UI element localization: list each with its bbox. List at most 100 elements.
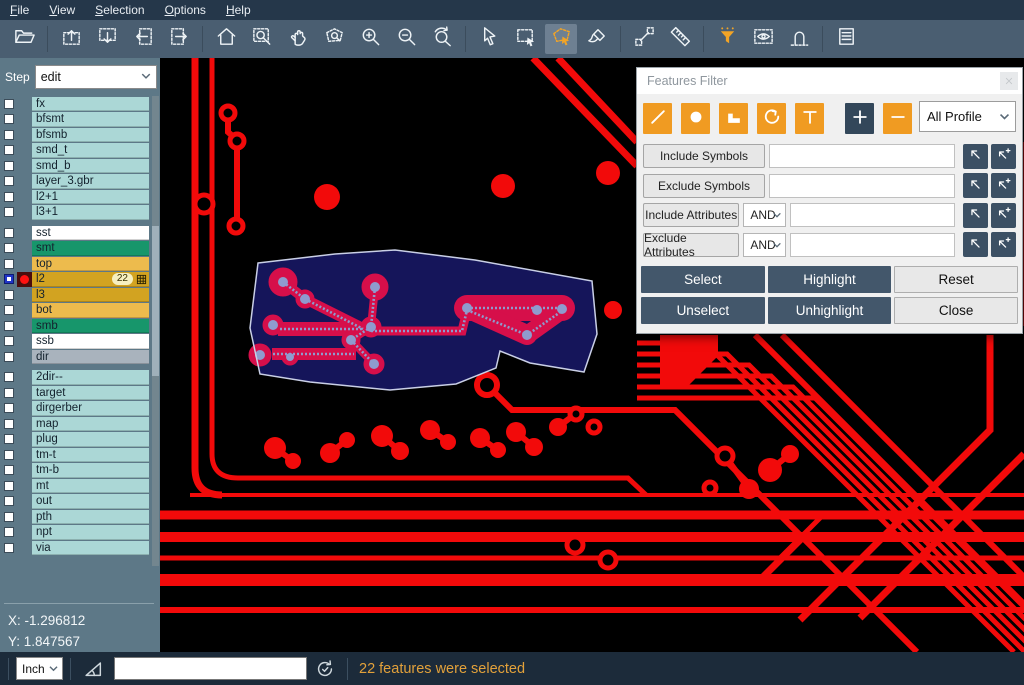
layer-name-npt[interactable]: npt (32, 525, 149, 540)
layer-row-fx[interactable]: fx (0, 96, 152, 112)
layer-name-mt[interactable]: mt (32, 479, 149, 494)
layer-name-target[interactable]: target (32, 386, 149, 401)
layer-name-smd_t[interactable]: smd_t (32, 143, 149, 158)
profile-select[interactable]: All Profile (919, 101, 1016, 132)
layer-name-smt[interactable]: smt (32, 241, 149, 256)
layer-name-bot[interactable]: bot (32, 303, 149, 318)
layer-row-l2+1[interactable]: l2+1 (0, 189, 152, 205)
exclude-symbols-button[interactable]: Exclude Symbols (643, 174, 765, 198)
layer-name-l3+1[interactable]: l3+1 (32, 205, 149, 220)
layer-row-smd_t[interactable]: smd_t (0, 143, 152, 159)
layer-checkbox-out[interactable] (4, 496, 14, 506)
layer-checkbox-l3+1[interactable] (4, 207, 14, 217)
include-symbols-input[interactable] (769, 144, 955, 168)
poly-select-button[interactable] (545, 24, 577, 54)
remove-filter-button[interactable] (883, 103, 912, 134)
layer-name-l2[interactable]: l222 (32, 272, 149, 287)
layer-name-sst[interactable]: sst (32, 226, 149, 241)
include-attributes-input[interactable] (790, 203, 955, 227)
layer-row-l3[interactable]: l3 (0, 287, 152, 303)
report-panel-button[interactable] (830, 24, 862, 54)
scrollbar-thumb[interactable] (152, 226, 159, 376)
pad-feature-button[interactable] (681, 103, 710, 134)
rect-select-button[interactable] (509, 24, 541, 54)
layer-row-smd_b[interactable]: smd_b (0, 158, 152, 174)
text-feature-button[interactable] (795, 103, 824, 134)
zoom-poly-button[interactable] (318, 24, 350, 54)
exclude-symbols-pick-add-button[interactable] (991, 173, 1016, 198)
command-input[interactable] (114, 657, 307, 680)
layer-row-smb[interactable]: smb (0, 318, 152, 334)
layer-row-npt[interactable]: npt (0, 525, 152, 541)
layer-row-l2[interactable]: l222 (0, 272, 152, 288)
layer-row-bot[interactable]: bot (0, 303, 152, 319)
shift-left-button[interactable] (127, 24, 159, 54)
layer-row-tm-b[interactable]: tm-b (0, 463, 152, 479)
layer-name-dir[interactable]: dir (32, 350, 149, 365)
exclude-attributes-button[interactable]: Exclude Attributes (643, 233, 739, 257)
layer-name-out[interactable]: out (32, 494, 149, 509)
layer-row-via[interactable]: via (0, 540, 152, 556)
layer-checkbox-l3[interactable] (4, 290, 14, 300)
view-options-button[interactable] (747, 24, 779, 54)
exclude-attributes-pick-button[interactable] (963, 232, 988, 257)
step-select[interactable]: edit (35, 65, 157, 89)
layer-checkbox-plug[interactable] (4, 434, 14, 444)
layer-checkbox-mt[interactable] (4, 481, 14, 491)
zoom-in-button[interactable] (354, 24, 386, 54)
zoom-out-button[interactable] (390, 24, 422, 54)
include-symbols-pick-button[interactable] (963, 144, 988, 169)
layer-checkbox-smb[interactable] (4, 321, 14, 331)
layer-name-fx[interactable]: fx (32, 97, 149, 112)
menu-selection[interactable]: Selection (85, 1, 154, 19)
select-button[interactable]: Select (641, 266, 765, 293)
line-feature-button[interactable] (643, 103, 672, 134)
ruler-button[interactable] (664, 24, 696, 54)
shift-down-button[interactable] (91, 24, 123, 54)
close-button[interactable]: Close (894, 297, 1018, 324)
layer-row-plug[interactable]: plug (0, 432, 152, 448)
layer-row-l3+1[interactable]: l3+1 (0, 205, 152, 221)
menu-view[interactable]: View (39, 1, 85, 19)
layer-row-dirgerber[interactable]: dirgerber (0, 401, 152, 417)
layer-row-sst[interactable]: sst (0, 225, 152, 241)
layer-row-2dir--[interactable]: 2dir-- (0, 370, 152, 386)
layer-checkbox-layer_3.gbr[interactable] (4, 176, 14, 186)
unhighlight-button[interactable]: Unhighlight (768, 297, 892, 324)
zoom-prev-button[interactable] (426, 24, 458, 54)
layer-checkbox-map[interactable] (4, 419, 14, 429)
home-button[interactable] (210, 24, 242, 54)
layer-row-map[interactable]: map (0, 416, 152, 432)
include-symbols-button[interactable]: Include Symbols (643, 144, 765, 168)
layer-checkbox-l2[interactable] (4, 274, 14, 284)
layer-checkbox-smd_t[interactable] (4, 145, 14, 155)
layer-checkbox-dirgerber[interactable] (4, 403, 14, 413)
include-attributes-button[interactable]: Include Attributes (643, 203, 739, 227)
close-icon[interactable] (1000, 72, 1018, 90)
layer-name-tm-b[interactable]: tm-b (32, 463, 149, 478)
dialog-title-bar[interactable]: Features Filter (637, 68, 1022, 94)
layer-row-out[interactable]: out (0, 494, 152, 510)
layer-name-smd_b[interactable]: smd_b (32, 159, 149, 174)
layer-name-plug[interactable]: plug (32, 432, 149, 447)
exclude-attributes-pick-add-button[interactable] (991, 232, 1016, 257)
layer-checkbox-ssb[interactable] (4, 336, 14, 346)
arc-feature-button[interactable] (757, 103, 786, 134)
select-arrow-button[interactable] (473, 24, 505, 54)
snap-magnet-button[interactable] (783, 24, 815, 54)
layer-checkbox-pth[interactable] (4, 512, 14, 522)
layer-name-map[interactable]: map (32, 417, 149, 432)
layer-checkbox-tm-t[interactable] (4, 450, 14, 460)
zoom-fit-button[interactable] (246, 24, 278, 54)
menu-help[interactable]: Help (216, 1, 261, 19)
layer-name-dirgerber[interactable]: dirgerber (32, 401, 149, 416)
include-attributes-pick-add-button[interactable] (991, 203, 1016, 228)
layer-row-top[interactable]: top (0, 256, 152, 272)
layer-checkbox-bot[interactable] (4, 305, 14, 315)
layer-checkbox-dir[interactable] (4, 352, 14, 362)
layer-row-dir[interactable]: dir (0, 349, 152, 365)
layer-row-bfsmt[interactable]: bfsmt (0, 112, 152, 128)
layer-checkbox-bfsmb[interactable] (4, 130, 14, 140)
layer-row-tm-t[interactable]: tm-t (0, 447, 152, 463)
include-attributes-pick-button[interactable] (963, 203, 988, 228)
